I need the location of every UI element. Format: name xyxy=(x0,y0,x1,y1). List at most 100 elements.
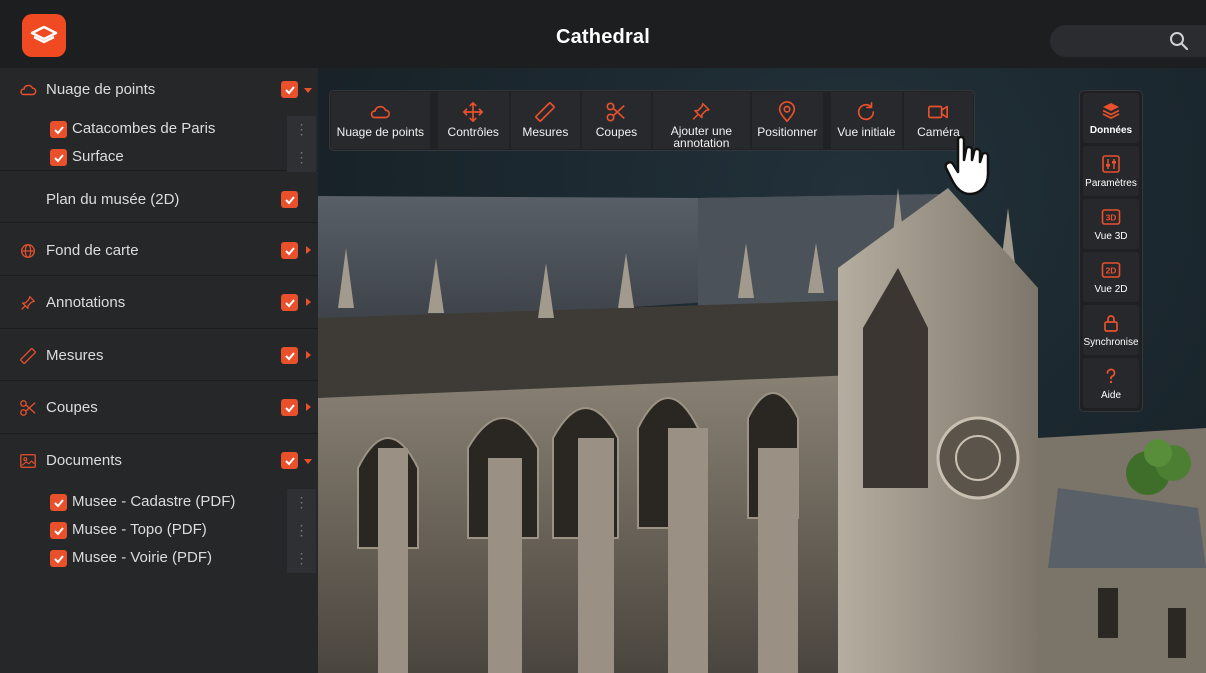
check-icon xyxy=(284,298,295,307)
section-label: Documents xyxy=(46,452,122,469)
expand-caret[interactable] xyxy=(306,298,311,306)
section-fond-de-carte: Fond de carte xyxy=(0,223,318,276)
list-item[interactable]: Surface ⋮ xyxy=(0,144,318,172)
main-toolbar: Nuage de points Contrôles Mesures Coupes… xyxy=(329,90,975,151)
collapse-caret[interactable] xyxy=(304,459,312,464)
visibility-checkbox[interactable] xyxy=(281,347,298,364)
more-options-icon[interactable]: ⋮ xyxy=(287,489,316,517)
vue-3d-button[interactable]: 3D Vue 3D xyxy=(1083,199,1139,249)
toolbar-positionner-button[interactable]: Positionner xyxy=(751,92,823,149)
toolbar-mesures-button[interactable]: Mesures xyxy=(510,92,580,149)
hand-cursor-icon xyxy=(944,135,990,196)
item-label: Musee - Cadastre (PDF) xyxy=(72,493,236,510)
search-icon[interactable] xyxy=(1169,31,1189,51)
ruler-icon xyxy=(535,102,556,122)
toolbar-controles-button[interactable]: Contrôles xyxy=(437,92,509,149)
visibility-checkbox[interactable] xyxy=(50,121,67,138)
toolbar-coupes-button[interactable]: Coupes xyxy=(581,92,651,149)
image-icon xyxy=(20,454,36,468)
visibility-checkbox[interactable] xyxy=(281,399,298,416)
right-panel: Données Paramètres 3D Vue 3D 2D Vue 2D S… xyxy=(1079,90,1143,412)
check-icon xyxy=(284,195,295,204)
section-label: Fond de carte xyxy=(46,242,139,259)
pin-icon xyxy=(21,296,35,310)
section-plan-du-musee: Plan du musée (2D) xyxy=(0,171,318,223)
more-options-icon[interactable]: ⋮ xyxy=(287,116,316,144)
visibility-checkbox[interactable] xyxy=(281,294,298,311)
layers-icon xyxy=(1102,103,1120,120)
parametres-button[interactable]: Paramètres xyxy=(1083,146,1139,196)
visibility-checkbox[interactable] xyxy=(50,550,67,567)
expand-caret[interactable] xyxy=(306,351,311,359)
cloud-icon xyxy=(371,105,391,119)
more-options-icon[interactable]: ⋮ xyxy=(287,545,316,573)
vue-2d-button[interactable]: 2D Vue 2D xyxy=(1083,252,1139,302)
search-input[interactable] xyxy=(1050,25,1206,57)
2d-icon: 2D xyxy=(1101,262,1121,278)
section-header[interactable]: Coupes xyxy=(0,381,318,434)
section-mesures: Mesures xyxy=(0,329,318,381)
pin-icon xyxy=(692,102,711,120)
toolbar-label: Contrôles xyxy=(447,125,499,139)
visibility-checkbox[interactable] xyxy=(50,149,67,166)
location-icon xyxy=(779,101,796,123)
check-icon xyxy=(284,403,295,412)
expand-caret[interactable] xyxy=(306,246,311,254)
check-icon xyxy=(53,153,64,162)
panel-label: Paramètres xyxy=(1085,178,1137,189)
section-header[interactable]: Nuage de points xyxy=(0,68,318,114)
check-icon xyxy=(53,498,64,507)
toolbar-label: Positionner xyxy=(757,125,818,139)
synchronise-button[interactable]: Synchronise xyxy=(1083,305,1139,355)
camera-icon xyxy=(928,105,949,119)
list-item[interactable]: Musee - Voirie (PDF) ⋮ xyxy=(0,545,318,573)
section-header[interactable]: Documents xyxy=(0,434,318,486)
visibility-checkbox[interactable] xyxy=(281,242,298,259)
globe-icon xyxy=(21,244,35,258)
item-label: Surface xyxy=(72,148,124,165)
check-icon xyxy=(53,554,64,563)
ruler-icon xyxy=(20,348,36,364)
section-header[interactable]: Mesures xyxy=(0,329,318,381)
layers-sidebar: Nuage de points Catacombes de Paris ⋮ Su… xyxy=(0,68,318,673)
svg-text:3D: 3D xyxy=(1106,213,1117,223)
cloud-icon xyxy=(20,84,37,96)
more-options-icon[interactable]: ⋮ xyxy=(287,144,316,172)
collapse-caret[interactable] xyxy=(304,88,312,93)
toolbar-label: Coupes xyxy=(595,125,638,139)
section-label: Coupes xyxy=(46,399,98,416)
help-icon xyxy=(1106,368,1116,384)
toolbar-vue-initiale-button[interactable]: Vue initiale xyxy=(830,92,902,149)
check-icon xyxy=(284,351,295,360)
panel-label: Données xyxy=(1089,125,1133,136)
section-documents: Documents Musee - Cadastre (PDF) ⋮ Musee… xyxy=(0,434,318,584)
list-item[interactable]: Musee - Topo (PDF) ⋮ xyxy=(0,517,318,545)
visibility-checkbox[interactable] xyxy=(50,522,67,539)
toolbar-ajouter-annotation-button[interactable]: Ajouter une annotation xyxy=(653,92,750,149)
section-label: Mesures xyxy=(46,347,104,364)
item-label: Musee - Voirie (PDF) xyxy=(72,549,213,566)
donnees-button[interactable]: Données xyxy=(1083,93,1139,143)
list-item[interactable]: Catacombes de Paris ⋮ xyxy=(0,116,318,144)
refresh-icon xyxy=(858,102,875,121)
section-label: Annotations xyxy=(46,294,126,311)
move-icon xyxy=(463,102,484,122)
visibility-checkbox[interactable] xyxy=(50,494,67,511)
check-icon xyxy=(53,125,64,134)
visibility-checkbox[interactable] xyxy=(281,81,298,98)
check-icon xyxy=(284,85,295,94)
panel-label: Aide xyxy=(1100,390,1121,401)
check-icon xyxy=(284,246,295,255)
expand-caret[interactable] xyxy=(306,403,311,411)
scissors-icon xyxy=(20,400,36,416)
toolbar-nuage-de-points-button[interactable]: Nuage de points xyxy=(331,92,430,149)
section-header[interactable]: Plan du musée (2D) xyxy=(0,171,318,223)
3d-viewport[interactable] xyxy=(318,68,1206,673)
list-item[interactable]: Musee - Cadastre (PDF) ⋮ xyxy=(0,489,318,517)
section-header[interactable]: Annotations xyxy=(0,276,318,329)
visibility-checkbox[interactable] xyxy=(281,452,298,469)
visibility-checkbox[interactable] xyxy=(281,191,298,208)
more-options-icon[interactable]: ⋮ xyxy=(287,517,316,545)
section-header[interactable]: Fond de carte xyxy=(0,223,318,276)
aide-button[interactable]: Aide xyxy=(1083,358,1139,408)
